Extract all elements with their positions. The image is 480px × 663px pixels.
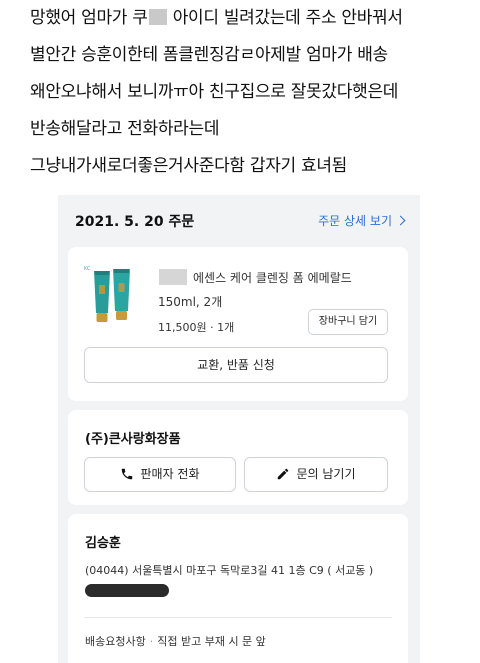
seller-name: (주)큰사랑화장품 [85, 432, 181, 447]
caption-line-1-start: 망했어 엄마가 쿠 [30, 8, 148, 28]
leave-inquiry-label: 문의 남기기 [296, 467, 356, 481]
exchange-return-button[interactable]: 교환, 반품 신청 [84, 347, 388, 383]
caption-line-1-end: 아이디 빌려갔는데 주소 안바꿔서 [167, 8, 403, 28]
caption-line-4: 반송해달라고 전화하라는데 [30, 119, 220, 139]
phone-icon [122, 468, 133, 480]
delivery-request-label: 배송요청사항 [85, 635, 146, 648]
order-header: 2021. 5. 20 주문 주문 상세 보기 [58, 195, 420, 243]
svg-text:KC: KC [84, 266, 91, 272]
product-option: 150ml, 2개 [158, 295, 223, 309]
caption-text: 망했어 엄마가 쿠 아이디 빌려갔는데 주소 안바꿔서 별안간 승훈이한테 폼클… [30, 0, 470, 185]
delivery-request: 배송요청사항 · 직접 받고 부재 시 문 앞 [85, 633, 266, 649]
product-price: 11,500원 · 1개 [158, 321, 235, 334]
recipient-address: (04044) 서울특별시 마포구 독막로3길 41 1층 C9 ( 서교동 ) [85, 564, 374, 577]
order-date: 2021. 5. 20 주문 [75, 214, 195, 230]
call-seller-label: 판매자 전화 [140, 467, 200, 481]
divider [84, 617, 392, 618]
caption-line-5: 그냥내가새로더좋은거사준다함 갑자기 효녀됨 [30, 156, 348, 176]
caption-line-1: 망했어 엄마가 쿠 아이디 빌려갔는데 주소 안바꿔서 [30, 0, 470, 37]
delivery-request-value: 직접 받고 부재 시 문 앞 [157, 635, 266, 648]
add-to-cart-button[interactable]: 장바구니 담기 [308, 309, 388, 335]
product-name[interactable]: 에센스 케어 클렌징 폼 에메랄드 [158, 269, 352, 286]
product-card: KC 에센스 케어 클렌징 폼 에메랄드 150ml, 2개 11,500원 ·… [68, 247, 408, 401]
caption-line-3: 왜안오냐해서 보니까ㅠ아 친구집으로 잘못갔다햇은데 [30, 82, 399, 102]
pencil-icon [278, 468, 289, 480]
product-name-text: 에센스 케어 클렌징 폼 에메랄드 [193, 271, 352, 285]
order-detail-label: 주문 상세 보기 [318, 214, 392, 228]
leave-inquiry-button[interactable]: 문의 남기기 [244, 457, 388, 492]
censor-box [148, 9, 167, 25]
product-image: KC [82, 263, 142, 325]
censor-box [159, 269, 187, 285]
chevron-right-icon [395, 215, 406, 226]
redacted-phone-number [85, 584, 169, 597]
recipient-name: 김승훈 [85, 536, 121, 551]
separator-dot: · [149, 635, 154, 648]
caption-line-2: 별안간 승훈이한테 폼클렌징감ㄹ아제발 엄마가 배송 [30, 45, 388, 65]
order-detail-link[interactable]: 주문 상세 보기 [318, 212, 406, 229]
order-screenshot: 2021. 5. 20 주문 주문 상세 보기 KC 에센스 케어 클렌징 폼 … [58, 195, 420, 663]
seller-card: (주)큰사랑화장품 판매자 전화 문의 남기기 [68, 410, 408, 505]
call-seller-button[interactable]: 판매자 전화 [84, 457, 236, 492]
shipping-card: 김승훈 (04044) 서울특별시 마포구 독막로3길 41 1층 C9 ( 서… [68, 514, 408, 663]
